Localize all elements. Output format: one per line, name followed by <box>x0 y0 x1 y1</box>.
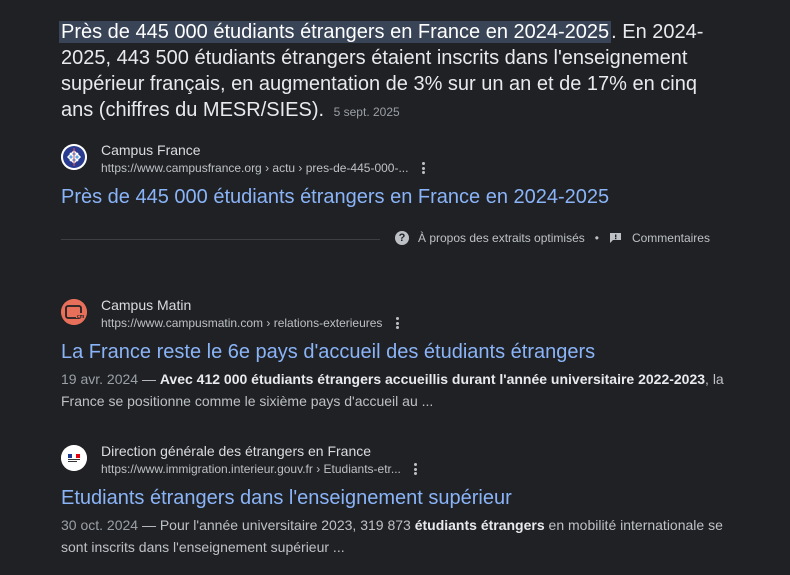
more-options-icon[interactable] <box>392 317 402 329</box>
divider <box>61 239 380 240</box>
separator: • <box>594 231 599 245</box>
campus-matin-logo-icon: cm <box>61 299 87 325</box>
featured-snippet: Près de 445 000 étudiants étrangers en F… <box>59 19 721 125</box>
search-results-page: Près de 445 000 étudiants étrangers en F… <box>0 0 790 575</box>
snippet-date: 5 sept. 2025 <box>333 105 400 119</box>
result-source[interactable]: cm Campus Matin https://www.campusmatin.… <box>61 296 402 332</box>
desc-bold: étudiants étrangers <box>414 517 545 533</box>
site-name[interactable]: Campus Matin <box>101 296 402 314</box>
site-name[interactable]: Campus France <box>101 141 428 159</box>
site-url[interactable]: https://www.immigration.interieur.gouv.f… <box>101 460 401 478</box>
site-url[interactable]: https://www.campusfrance.org › actu › pr… <box>101 159 408 177</box>
svg-text:cm: cm <box>77 314 85 320</box>
result-title[interactable]: La France reste le 6e pays d'accueil des… <box>61 339 595 365</box>
featured-source[interactable]: Campus France https://www.campusfrance.o… <box>61 141 428 177</box>
site-url[interactable]: https://www.campusmatin.com › relations-… <box>101 314 382 332</box>
result-source[interactable]: Direction générale des étrangers en Fran… <box>61 442 421 478</box>
site-name[interactable]: Direction générale des étrangers en Fran… <box>101 442 421 460</box>
desc-text: Pour l'année universitaire 2023, 319 873 <box>159 517 415 533</box>
campus-france-logo-icon <box>61 144 87 170</box>
featured-result-title[interactable]: Près de 445 000 étudiants étrangers en F… <box>61 184 609 210</box>
marianne-logo-icon <box>61 445 87 471</box>
desc-bold: Avec 412 000 étudiants étrangers accueil… <box>159 371 706 387</box>
date-dash: — <box>138 371 160 387</box>
result-date: 19 avr. 2024 <box>61 371 139 387</box>
snippet-footer: ? À propos des extraits optimisés • Comm… <box>395 231 710 245</box>
feedback-link[interactable]: Commentaires <box>632 231 710 245</box>
help-icon[interactable]: ? <box>395 231 409 245</box>
more-options-icon[interactable] <box>411 463 421 475</box>
date-dash: — <box>138 517 160 533</box>
result-title[interactable]: Etudiants étrangers dans l'enseignement … <box>61 485 512 511</box>
about-snippets-link[interactable]: À propos des extraits optimisés <box>418 231 585 245</box>
result-date: 30 oct. 2024 <box>61 517 139 533</box>
result-description: 19 avr. 2024 — Avec 412 000 étudiants ét… <box>61 368 731 412</box>
feedback-icon[interactable] <box>609 232 622 244</box>
more-options-icon[interactable] <box>418 162 428 174</box>
snippet-highlight: Près de 445 000 étudiants étrangers en F… <box>59 21 612 43</box>
result-description: 30 oct. 2024 — Pour l'année universitair… <box>61 514 731 558</box>
